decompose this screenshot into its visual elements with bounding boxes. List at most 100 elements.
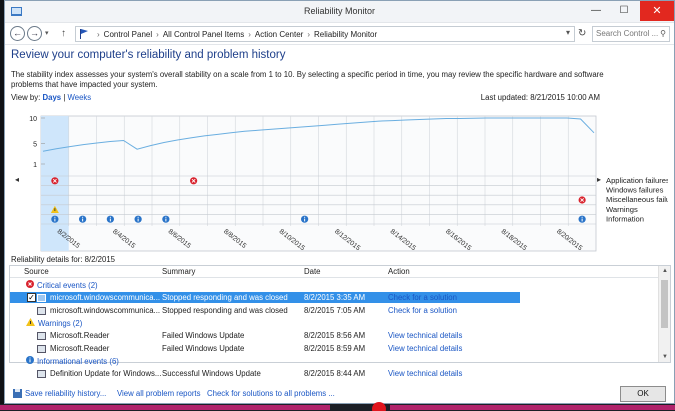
event-row-label: Information xyxy=(606,214,644,223)
row-summary: Stopped responding and was closed xyxy=(162,306,288,315)
warning-mark xyxy=(54,208,56,211)
row-action-link[interactable]: Check for a solution xyxy=(388,293,457,302)
recent-pages-chevron-icon[interactable]: ▾ xyxy=(45,29,49,37)
search-placeholder: Search Control ... xyxy=(596,29,659,38)
page-title: Review your computer's reliability and p… xyxy=(11,49,286,61)
scroll-down-icon[interactable]: ▼ xyxy=(662,354,668,360)
main-content: Review your computer's reliability and p… xyxy=(11,49,668,252)
table-row[interactable]: Microsoft.Reader Failed Windows Update 8/2… xyxy=(10,343,658,354)
details-scrollbar[interactable]: ▲ ▼ xyxy=(658,266,670,362)
table-row[interactable]: Microsoft.Reader Failed Windows Update 8/2… xyxy=(10,330,658,341)
breadcrumb-action-center[interactable]: Action Center xyxy=(255,30,303,39)
table-row[interactable]: microsoft.windowscommunica... Stopped res… xyxy=(10,305,658,316)
event-row-label: Application failures xyxy=(606,176,668,185)
info-mark xyxy=(581,216,583,218)
up-button[interactable]: ↑ xyxy=(61,28,66,39)
row-date: 8/2/2015 8:44 AM xyxy=(304,369,366,378)
event-row-label: Windows failures xyxy=(606,186,664,195)
column-summary[interactable]: Summary xyxy=(162,267,195,276)
close-button[interactable]: ✕ xyxy=(640,1,674,21)
view-by-bar: View by: Days | Weeks Last updated: 8/21… xyxy=(11,93,668,104)
app-icon xyxy=(37,294,46,302)
breadcrumb-reliability-monitor[interactable]: Reliability Monitor xyxy=(314,30,377,39)
critical-icon xyxy=(26,280,34,290)
info-mark xyxy=(54,218,56,222)
row-date: 8/2/2015 8:56 AM xyxy=(304,331,366,340)
minimize-button[interactable]: — xyxy=(582,1,610,21)
view-days-link[interactable]: Days xyxy=(43,93,62,102)
refresh-icon[interactable]: ↻ xyxy=(578,28,586,39)
info-mark xyxy=(165,218,167,222)
footer-bar: Save reliability history... View all pro… xyxy=(11,386,668,402)
info-mark xyxy=(109,216,111,218)
group-info[interactable]: Informational events (6) xyxy=(26,356,119,366)
info-mark xyxy=(54,216,56,218)
group-critical[interactable]: Critical events (2) xyxy=(26,280,98,290)
address-dropdown-chevron-icon[interactable]: ▾ xyxy=(566,28,570,37)
record-indicator-icon xyxy=(372,402,386,411)
breadcrumb-separator: › xyxy=(156,29,159,39)
row-date: 8/2/2015 7:05 AM xyxy=(304,306,366,315)
row-action-link[interactable]: Check for a solution xyxy=(388,306,457,315)
breadcrumb-control-panel[interactable]: Control Panel xyxy=(104,30,152,39)
y-tick-label: 5 xyxy=(33,142,37,149)
chart-scroll-right-icon[interactable]: ▸ xyxy=(597,175,601,184)
group-label: Warnings (2) xyxy=(38,318,83,328)
row-summary: Failed Windows Update xyxy=(162,331,245,340)
maximize-button[interactable]: ☐ xyxy=(610,1,638,21)
info-icon xyxy=(26,356,34,366)
address-bar[interactable]: › Control Panel › All Control Panel Item… xyxy=(75,26,575,42)
column-source[interactable]: Source xyxy=(24,267,49,276)
back-button[interactable]: ← xyxy=(10,26,25,41)
table-row[interactable]: Definition Update for Windows... Successf… xyxy=(10,368,658,379)
breadcrumb-separator: › xyxy=(248,29,251,39)
y-tick-label: 10 xyxy=(29,116,37,123)
scroll-thumb[interactable] xyxy=(661,280,668,328)
info-mark xyxy=(304,216,306,218)
search-icon[interactable]: ⚲ xyxy=(660,27,666,41)
scroll-up-icon[interactable]: ▲ xyxy=(662,268,668,274)
breadcrumb-separator: › xyxy=(97,29,100,39)
view-weeks-link[interactable]: Weeks xyxy=(68,93,92,102)
view-separator: | xyxy=(63,93,66,102)
reliability-details-list: Source Summary Date Action Critical even… xyxy=(9,265,671,378)
check-for-solutions-link[interactable]: Check for solutions to all problems ... xyxy=(207,389,335,398)
taskbar xyxy=(0,402,675,411)
row-source: microsoft.windowscommunica... xyxy=(50,306,161,315)
search-input[interactable]: Search Control ... ⚲ xyxy=(592,26,670,42)
info-mark xyxy=(304,218,306,222)
taskbar-strip xyxy=(390,405,675,410)
row-checkbox[interactable]: ✓ xyxy=(27,293,36,302)
row-date: 8/2/2015 3:35 AM xyxy=(304,293,366,302)
event-row-label: Miscellaneous failures xyxy=(606,195,668,204)
column-date[interactable]: Date xyxy=(304,267,320,276)
taskbar-strip xyxy=(0,405,330,410)
view-all-problem-reports-link[interactable]: View all problem reports xyxy=(117,389,201,398)
info-mark xyxy=(581,218,583,222)
info-mark xyxy=(165,216,167,218)
info-mark xyxy=(82,218,84,222)
ok-button[interactable]: OK xyxy=(620,386,666,402)
app-icon xyxy=(37,345,46,353)
info-mark xyxy=(82,216,84,218)
breadcrumb-all-items[interactable]: All Control Panel Items xyxy=(163,30,244,39)
save-reliability-history-link[interactable]: Save reliability history... xyxy=(25,389,106,398)
details-title: Reliability details for: 8/2/2015 xyxy=(11,255,116,264)
page-description: The stability index assesses your system… xyxy=(11,70,604,89)
chart-scroll-left-icon[interactable]: ◂ xyxy=(15,175,19,184)
last-updated: Last updated: 8/21/2015 10:00 AM xyxy=(480,93,600,102)
forward-button[interactable]: → xyxy=(27,26,42,41)
warning-icon xyxy=(26,318,35,328)
event-row-label: Warnings xyxy=(606,205,638,214)
action-center-flag-icon xyxy=(80,29,88,39)
row-action-link[interactable]: View technical details xyxy=(388,369,462,378)
app-icon xyxy=(37,332,46,340)
row-action-link[interactable]: View technical details xyxy=(388,344,462,353)
group-warning[interactable]: Warnings (2) xyxy=(26,318,82,328)
navigation-bar: ← → ▾ ↑ › Control Panel › All Control Pa… xyxy=(5,23,674,45)
column-action[interactable]: Action xyxy=(388,267,410,276)
row-action-link[interactable]: View technical details xyxy=(388,331,462,340)
table-row[interactable]: ✓ microsoft.windowscommunica... Stopped re… xyxy=(10,292,520,303)
row-source: Microsoft.Reader xyxy=(50,344,110,353)
row-date: 8/2/2015 8:59 AM xyxy=(304,344,366,353)
